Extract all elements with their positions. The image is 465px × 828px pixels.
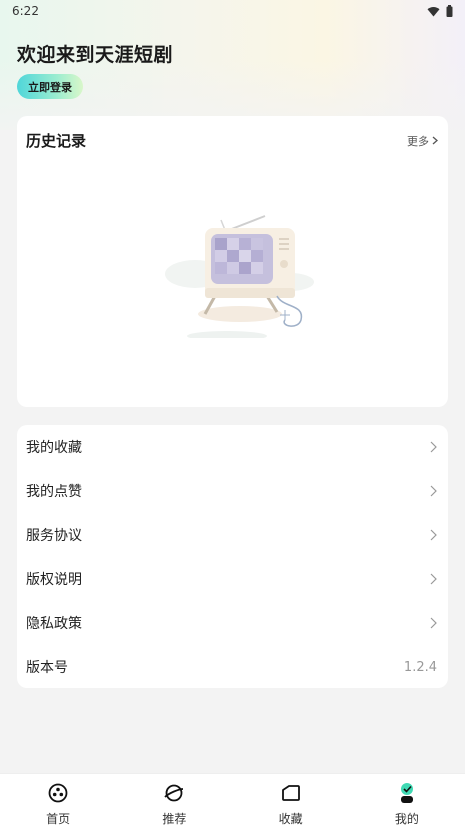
tab-favorites[interactable]: 收藏 <box>233 774 349 828</box>
status-time: 6:22 <box>12 4 39 18</box>
menu-item-label: 服务协议 <box>26 528 82 544</box>
planet-icon <box>163 782 185 804</box>
tab-home[interactable]: 首页 <box>0 774 116 828</box>
empty-history-tv-illustration <box>155 208 315 342</box>
menu-item-label: 我的点赞 <box>26 484 82 500</box>
chevron-right-icon <box>430 573 437 585</box>
menu-item-copyright[interactable]: 版权说明 <box>17 557 448 601</box>
menu-item-label: 我的收藏 <box>26 440 82 456</box>
menu-item-privacy-policy[interactable]: 隐私政策 <box>17 601 448 645</box>
menu-item-version: 版本号 1.2.4 <box>17 645 448 689</box>
tab-label: 首页 <box>46 812 71 826</box>
menu-item-label: 版权说明 <box>26 572 82 588</box>
menu-card: 我的收藏 我的点赞 服务协议 版权说明 隐私政策 版本号 1.2.4 <box>17 425 448 688</box>
more-label: 更多 <box>407 135 429 148</box>
menu-item-service-agreement[interactable]: 服务协议 <box>17 513 448 557</box>
tab-mine[interactable]: 我的 <box>349 774 465 828</box>
battery-icon <box>446 5 453 17</box>
menu-item-likes[interactable]: 我的点赞 <box>17 469 448 513</box>
login-button[interactable]: 立即登录 <box>17 74 83 99</box>
welcome-title: 欢迎来到天涯短剧 <box>17 44 174 66</box>
tab-recommend[interactable]: 推荐 <box>116 774 232 828</box>
version-label: 版本号 <box>26 660 68 676</box>
history-more-link[interactable]: 更多 <box>407 133 438 149</box>
bottom-tab-bar: 首页 推荐 收藏 我的 <box>0 773 465 828</box>
chevron-right-icon <box>430 441 437 453</box>
version-value: 1.2.4 <box>403 659 437 675</box>
folder-icon <box>281 782 301 804</box>
history-title: 历史记录 <box>26 132 87 150</box>
chevron-right-icon <box>430 485 437 497</box>
tab-label: 我的 <box>394 812 419 826</box>
wifi-icon <box>427 6 440 17</box>
chevron-right-icon <box>432 135 438 148</box>
menu-item-label: 隐私政策 <box>26 616 82 632</box>
history-card: 历史记录 更多 <box>17 116 448 407</box>
tab-label: 推荐 <box>162 812 187 826</box>
menu-item-favorites[interactable]: 我的收藏 <box>17 425 448 469</box>
status-bar: 6:22 <box>0 0 465 22</box>
chevron-right-icon <box>430 617 437 629</box>
film-reel-icon <box>48 782 68 804</box>
profile-icon <box>398 782 416 804</box>
status-icons <box>427 5 453 17</box>
chevron-right-icon <box>430 529 437 541</box>
tab-label: 收藏 <box>278 812 303 826</box>
